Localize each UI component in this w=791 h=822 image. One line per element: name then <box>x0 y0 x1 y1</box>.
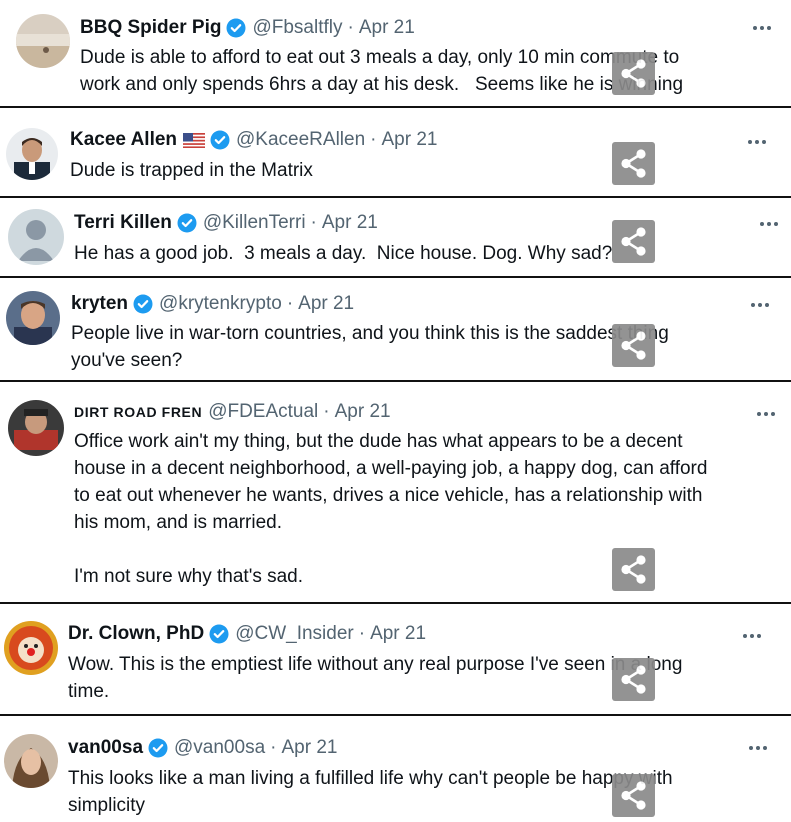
share-icon <box>621 227 646 256</box>
more-options-icon[interactable] <box>747 295 773 315</box>
tweet-date[interactable]: Apr 21 <box>298 292 354 316</box>
tweet-card[interactable]: Kacee Allen @KaceeRAllen · Apr 21 Dude i… <box>0 118 791 196</box>
tweet-text: People live in war-torn countries, and y… <box>71 323 669 371</box>
tweet-card[interactable]: BBQ Spider Pig @Fbsaltfly · Apr 21 Dude … <box>0 0 791 106</box>
avatar[interactable] <box>16 14 70 68</box>
share-button[interactable] <box>612 142 655 185</box>
avatar[interactable] <box>8 209 64 265</box>
separator-dot: · <box>310 212 317 233</box>
share-icon <box>621 781 646 810</box>
verified-badge-icon <box>148 738 168 758</box>
tweet-text: Dude is trapped in the Matrix <box>70 160 313 181</box>
separator-dot: · <box>270 737 277 758</box>
author-handle[interactable]: @CW_Insider <box>235 622 354 646</box>
separator-dot: · <box>323 401 330 422</box>
separator-dot: · <box>286 293 294 314</box>
share-button[interactable] <box>612 774 655 817</box>
author-handle[interactable]: @KaceeRAllen <box>236 128 365 152</box>
tweet-text: Wow. This is the emptiest life without a… <box>68 654 683 702</box>
tweet-date[interactable]: Apr 21 <box>359 16 415 40</box>
tweet-separator <box>0 106 791 108</box>
share-button[interactable] <box>612 324 655 367</box>
author-handle[interactable]: @krytenkrypto <box>159 292 282 316</box>
more-options-icon[interactable] <box>739 626 765 646</box>
tweet-text: He has a good job. 3 meals a day. Nice h… <box>74 243 613 264</box>
tweet-separator <box>0 380 791 382</box>
author-handle[interactable]: @KillenTerri <box>203 211 306 235</box>
tweet-separator <box>0 276 791 278</box>
tweet-card[interactable]: Dr. Clown, PhD @CW_Insider · Apr 21 Wow.… <box>0 610 791 714</box>
separator-dot: · <box>358 623 366 644</box>
verified-badge-icon <box>209 624 229 644</box>
share-button[interactable] <box>612 658 655 701</box>
separator-dot: · <box>347 17 354 38</box>
avatar[interactable] <box>4 734 58 788</box>
tweet-card[interactable]: Terri Killen @KillenTerri · Apr 21 He ha… <box>0 200 791 276</box>
tweet-card[interactable]: DIRT ROAD FREN @FDEActual · Apr 21 Offic… <box>0 388 791 602</box>
tweet-text: This looks like a man living a fulfilled… <box>68 768 673 816</box>
more-options-icon[interactable] <box>744 132 770 152</box>
avatar[interactable] <box>6 128 58 180</box>
separator-dot: · <box>370 129 377 150</box>
avatar[interactable] <box>8 400 64 456</box>
us-flag-icon <box>183 132 206 148</box>
tweet-text: Dude is able to afford to eat out 3 meal… <box>80 47 683 95</box>
verified-badge-icon <box>210 130 230 150</box>
avatar[interactable] <box>4 621 58 675</box>
author-name[interactable]: kryten <box>71 292 128 316</box>
author-handle[interactable]: @van00sa <box>174 736 265 760</box>
share-icon <box>621 331 646 360</box>
author-name[interactable]: DIRT ROAD FREN <box>74 400 202 424</box>
verified-badge-icon <box>133 294 153 314</box>
share-button[interactable] <box>612 52 655 95</box>
more-options-icon[interactable] <box>749 18 775 38</box>
avatar[interactable] <box>6 291 60 345</box>
tweet-date[interactable]: Apr 21 <box>322 211 378 235</box>
tweet-separator <box>0 602 791 604</box>
tweet-separator <box>0 714 791 716</box>
author-name[interactable]: Terri Killen <box>74 211 172 235</box>
more-options-icon[interactable] <box>753 404 779 424</box>
more-options-icon[interactable] <box>745 738 771 758</box>
verified-badge-icon <box>226 18 246 38</box>
share-button[interactable] <box>612 220 655 263</box>
share-icon <box>621 555 646 584</box>
tweet-date[interactable]: Apr 21 <box>281 736 337 760</box>
tweet-card[interactable]: van00sa @van00sa · Apr 21 This looks lik… <box>0 722 791 822</box>
share-icon <box>621 149 646 178</box>
share-icon <box>621 59 646 88</box>
tweet-date[interactable]: Apr 21 <box>370 622 426 646</box>
share-icon <box>621 665 646 694</box>
more-options-icon[interactable] <box>756 214 782 234</box>
share-button[interactable] <box>612 548 655 591</box>
author-name[interactable]: Dr. Clown, PhD <box>68 622 204 646</box>
tweet-card[interactable]: kryten @krytenkrypto · Apr 21 People liv… <box>0 282 791 380</box>
author-handle[interactable]: @Fbsaltfly <box>252 16 342 40</box>
author-name[interactable]: van00sa <box>68 736 143 760</box>
author-name[interactable]: BBQ Spider Pig <box>80 16 221 40</box>
author-handle[interactable]: @FDEActual <box>208 400 318 424</box>
verified-badge-icon <box>177 213 197 233</box>
tweet-date[interactable]: Apr 21 <box>381 128 437 152</box>
tweet-date[interactable]: Apr 21 <box>335 400 391 424</box>
tweet-separator <box>0 196 791 198</box>
author-name[interactable]: Kacee Allen <box>70 128 177 152</box>
